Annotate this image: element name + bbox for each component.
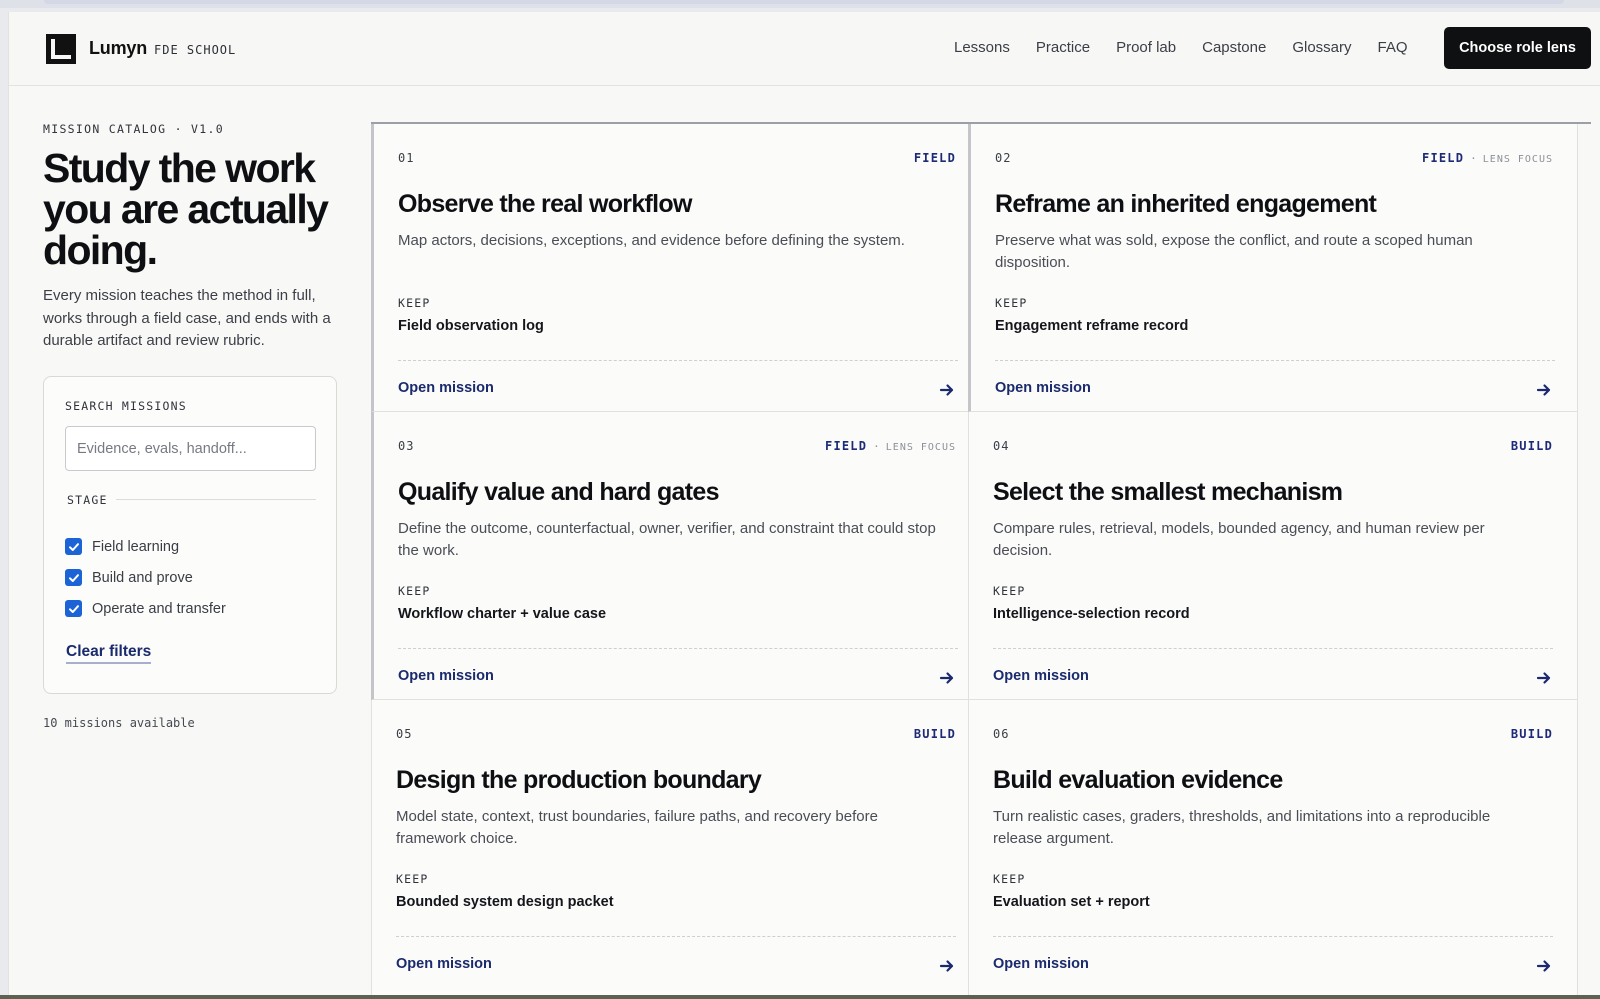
arrow-right-icon[interactable]	[1535, 669, 1553, 687]
mission-title: Reframe an inherited engagement	[995, 190, 1377, 218]
catalog-eyebrow: MISSION CATALOG · V1.0	[43, 122, 224, 136]
mission-artifact: Evaluation set + report	[993, 894, 1150, 910]
stage-label: STAGE	[67, 493, 116, 507]
nav-proof-lab[interactable]: Proof lab	[1116, 39, 1176, 59]
open-mission-link[interactable]: Open mission	[995, 380, 1091, 396]
mission-tag: BUILD	[913, 727, 956, 741]
arrow-right-icon[interactable]	[1535, 381, 1553, 399]
mission-tag: FIELD	[913, 151, 956, 165]
card-divider	[993, 648, 1553, 649]
arrow-right-icon[interactable]	[938, 957, 956, 975]
arrow-right-icon[interactable]	[938, 669, 956, 687]
mission-tag: FIELD · LENS FOCUS	[825, 439, 956, 453]
checkbox-checked-icon[interactable]	[65, 600, 82, 617]
stage-option-build-and-prove[interactable]: Build and prove	[65, 569, 193, 586]
mission-number: 02	[995, 151, 1012, 165]
mission-title: Build evaluation evidence	[993, 766, 1283, 794]
nav-capstone[interactable]: Capstone	[1202, 39, 1266, 59]
mission-card[interactable]: 03 FIELD · LENS FOCUS Qualify value and ha…	[371, 412, 981, 700]
stage-option-operate-and-transfer[interactable]: Operate and transfer	[65, 600, 226, 617]
lens-focus-label: LENS FOCUS	[885, 442, 956, 453]
mission-number: 01	[398, 151, 415, 165]
keep-label: KEEP	[995, 296, 1028, 310]
keep-label: KEEP	[398, 584, 431, 598]
page-intro: Every mission teaches the method in full…	[43, 287, 331, 349]
mission-artifact: Workflow charter + value case	[398, 606, 607, 622]
mission-card[interactable]: 01 FIELD Observe the real workflow Map a…	[371, 124, 981, 412]
mission-tag: BUILD	[1510, 439, 1553, 453]
nav-lessons[interactable]: Lessons	[954, 39, 1010, 59]
nav-practice[interactable]: Practice	[1036, 39, 1090, 59]
stage-option-label: Field learning	[92, 538, 180, 555]
mission-card[interactable]: 06 BUILD Build evaluation evidence Turn …	[968, 700, 1578, 995]
arrow-right-icon[interactable]	[938, 381, 956, 399]
keep-label: KEEP	[396, 872, 429, 886]
mission-tag: FIELD · LENS FOCUS	[1422, 151, 1553, 165]
clear-filters-link[interactable]: Clear filters	[66, 643, 152, 664]
browser-top-strip	[0, 0, 1600, 8]
mission-tag: BUILD	[1510, 727, 1553, 741]
card-divider	[995, 360, 1555, 361]
mission-title: Design the production boundary	[396, 766, 762, 794]
missions-count: 10 missions available	[43, 716, 195, 730]
open-mission-link[interactable]: Open mission	[398, 668, 494, 684]
card-divider	[398, 360, 958, 361]
mission-number: 06	[993, 727, 1010, 741]
logo-icon[interactable]	[46, 34, 76, 64]
mission-description: Model state, context, trust boundaries, …	[396, 808, 878, 847]
open-mission-link[interactable]: Open mission	[398, 380, 494, 396]
keep-label: KEEP	[398, 296, 431, 310]
mission-card[interactable]: 04 BUILD Select the smallest mechanism C…	[968, 412, 1578, 700]
mission-description: Define the outcome, counterfactual, owne…	[398, 520, 936, 559]
mission-description: Preserve what was sold, expose the confl…	[995, 232, 1473, 271]
mission-number: 04	[993, 439, 1010, 453]
checkbox-checked-icon[interactable]	[65, 538, 82, 555]
window-bottom-edge	[0, 995, 1600, 999]
mission-title: Select the smallest mechanism	[993, 478, 1343, 506]
mission-description: Turn realistic cases, graders, threshold…	[993, 808, 1491, 847]
stage-option-label: Operate and transfer	[92, 600, 226, 617]
page-title: Study the work you are actually doing.	[43, 145, 329, 273]
open-mission-link[interactable]: Open mission	[993, 956, 1089, 972]
mission-number: 03	[398, 439, 415, 453]
keep-label: KEEP	[993, 872, 1026, 886]
arrow-right-icon[interactable]	[1535, 957, 1553, 975]
stage-option-field-learning[interactable]: Field learning	[65, 538, 179, 555]
site-header: Lumyn FDE SCHOOL Lessons Practice Proof …	[9, 12, 1600, 86]
keep-label: KEEP	[993, 584, 1026, 598]
stage-option-label: Build and prove	[92, 569, 193, 586]
nav-glossary[interactable]: Glossary	[1292, 39, 1351, 59]
brand-name[interactable]: Lumyn	[89, 38, 147, 59]
mission-artifact: Engagement reframe record	[995, 318, 1189, 334]
mission-number: 05	[396, 727, 413, 741]
nav-faq[interactable]: FAQ	[1378, 39, 1408, 59]
mission-description: Compare rules, retrieval, models, bounde…	[993, 520, 1485, 559]
mission-card[interactable]: 02 FIELD · LENS FOCUS Reframe an inherited…	[968, 124, 1578, 412]
open-mission-link[interactable]: Open mission	[993, 668, 1089, 684]
mission-grid: 01 FIELD Observe the real workflow Map a…	[371, 122, 1591, 995]
search-missions-input[interactable]	[65, 426, 316, 471]
card-divider	[398, 648, 958, 649]
mission-card[interactable]: 05 BUILD Design the production boundary …	[371, 700, 981, 995]
main-nav: Lessons Practice Proof lab Capstone Glos…	[954, 39, 1434, 59]
brand-subtitle: FDE SCHOOL	[154, 43, 237, 57]
lens-focus-label: LENS FOCUS	[1482, 154, 1553, 165]
mission-title: Qualify value and hard gates	[398, 478, 719, 506]
page: Lumyn FDE SCHOOL Lessons Practice Proof …	[8, 12, 1600, 995]
mission-artifact: Intelligence-selection record	[993, 606, 1190, 622]
checkbox-checked-icon[interactable]	[65, 569, 82, 586]
search-label: SEARCH MISSIONS	[65, 399, 187, 413]
choose-role-lens-button[interactable]: Choose role lens	[1444, 27, 1591, 69]
mission-description: Map actors, decisions, exceptions, and e…	[398, 232, 905, 249]
mission-artifact: Field observation log	[398, 318, 544, 334]
card-divider	[993, 936, 1553, 937]
mission-title: Observe the real workflow	[398, 190, 692, 218]
card-divider	[396, 936, 956, 937]
filter-panel: SEARCH MISSIONS STAGE Field learning Bui…	[43, 376, 337, 694]
mission-artifact: Bounded system design packet	[396, 894, 614, 910]
open-mission-link[interactable]: Open mission	[396, 956, 492, 972]
